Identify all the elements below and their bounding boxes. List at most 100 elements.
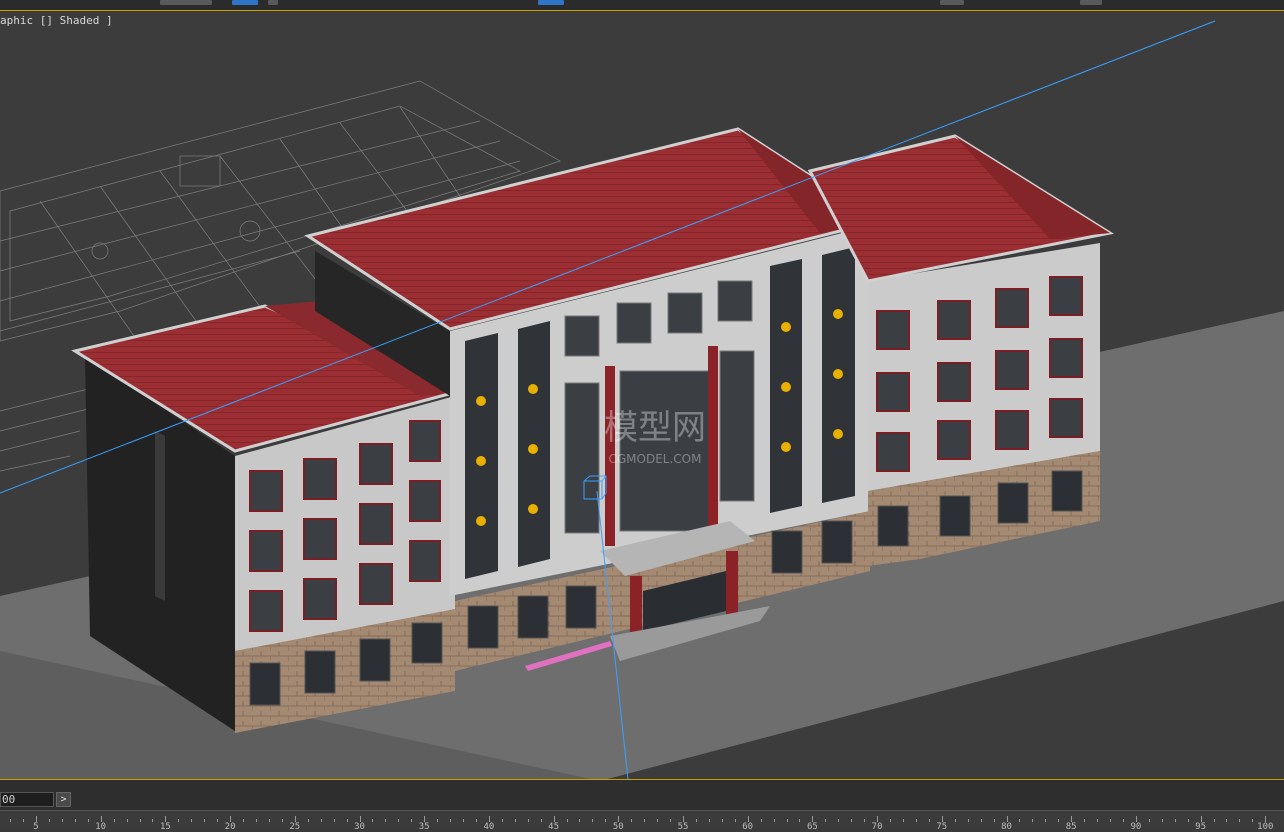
ruler-tick-label: 70 — [871, 822, 883, 832]
ruler-tick — [1148, 819, 1150, 822]
perspective-viewport[interactable]: 模型网 CGMODEL.COM aphic [] Shaded ] — [0, 10, 1284, 780]
ruler-tick — [657, 819, 659, 822]
ruler-tick — [217, 819, 219, 822]
next-frame-button[interactable]: > — [56, 792, 71, 807]
ruler-tick — [708, 819, 710, 822]
ruler-tick-label: 60 — [742, 822, 754, 832]
ruler-tick — [398, 819, 400, 822]
ruler-tick — [463, 819, 465, 822]
ruler-tick — [385, 819, 387, 822]
ruler-tick — [1239, 819, 1241, 822]
timeline-ruler[interactable]: 5 10 15 20 25 30 35 40 45 50 55 60 65 70 75 80 85 90 95 100 — [0, 810, 1284, 832]
ruler-tick — [372, 819, 374, 822]
scene-render: 模型网 CGMODEL.COM — [0, 20, 1284, 779]
ruler-tick-label: 35 — [418, 822, 430, 832]
ruler-tick-label: 25 — [289, 822, 301, 832]
ruler-tick — [514, 819, 516, 822]
ruler-tick — [126, 819, 128, 822]
ruler-tick — [333, 819, 335, 822]
ruler-tick — [23, 819, 25, 822]
ruler-tick — [721, 819, 723, 822]
ruler-tick — [864, 819, 866, 822]
ruler-tick — [268, 819, 270, 822]
ruler-tick — [10, 819, 12, 822]
ruler-tick — [1174, 819, 1176, 822]
viewport-label[interactable]: aphic [] Shaded ] — [0, 14, 113, 27]
toolbar-button[interactable] — [1080, 0, 1102, 5]
frame-counter[interactable]: 00 — [0, 792, 54, 807]
ruler-tick — [1084, 819, 1086, 822]
ruler-tick — [915, 819, 917, 822]
timeline-bar: 00 > 5 10 15 20 25 30 35 40 45 50 55 60 65 70 75 80 85 90… — [0, 780, 1284, 832]
ruler-tick — [967, 819, 969, 822]
ruler-tick — [61, 819, 63, 822]
ruler-tick — [1213, 819, 1215, 822]
ruler-tick — [838, 819, 840, 822]
ruler-tick-label: 15 — [159, 822, 171, 832]
ruler-tick — [501, 819, 503, 822]
ruler-tick — [1187, 819, 1189, 822]
ruler-tick-label: 80 — [1001, 822, 1012, 832]
ruler-tick — [851, 819, 853, 822]
watermark-url: CGMODEL.COM — [609, 452, 702, 466]
ruler-tick — [540, 819, 542, 822]
ruler-tick — [980, 819, 982, 822]
ruler-tick — [799, 819, 801, 822]
ruler-tick — [346, 819, 348, 822]
ruler-tick-label: 65 — [806, 822, 818, 832]
ruler-tick — [139, 819, 141, 822]
ruler-tick — [307, 819, 309, 822]
ruler-tick — [437, 819, 439, 822]
ruler-tick — [825, 819, 827, 822]
toolbar-button[interactable] — [160, 0, 212, 5]
ruler-tick — [243, 819, 245, 822]
ruler-tick — [527, 819, 529, 822]
ruler-tick — [566, 819, 568, 822]
ruler-tick — [1122, 819, 1124, 822]
ruler-tick — [1110, 819, 1112, 822]
ruler-tick-label: 90 — [1130, 822, 1142, 832]
ruler-tick — [1058, 819, 1060, 822]
ruler-tick — [773, 819, 775, 822]
ruler-tick-label: 10 — [95, 822, 107, 832]
ruler-tick — [1161, 819, 1163, 822]
ruler-tick-label: 30 — [354, 822, 365, 832]
ruler-tick — [1252, 819, 1254, 822]
ruler-tick — [734, 819, 736, 822]
ruler-tick-label: 55 — [677, 822, 689, 832]
ruler-tick — [631, 819, 633, 822]
ruler-tick — [450, 819, 452, 822]
ruler-tick — [954, 819, 956, 822]
ruler-tick — [1097, 819, 1099, 822]
ruler-tick — [1045, 819, 1047, 822]
ruler-tick — [890, 819, 892, 822]
ruler-tick-label: 100 — [1257, 822, 1274, 832]
ruler-tick — [152, 819, 154, 822]
ruler-tick — [74, 819, 76, 822]
ruler-tick-label: 85 — [1065, 822, 1077, 832]
ruler-tick — [993, 819, 995, 822]
ruler-tick — [48, 819, 50, 822]
ruler-tick — [204, 819, 206, 822]
ruler-tick-label: 5 — [33, 822, 39, 832]
ruler-tick — [411, 819, 413, 822]
ruler-tick — [902, 819, 904, 822]
ruler-tick — [1019, 819, 1021, 822]
toolbar-button[interactable] — [940, 0, 964, 5]
select-tool-button[interactable] — [232, 0, 258, 5]
ruler-tick-label: 40 — [483, 822, 495, 832]
ruler-tick-label: 95 — [1195, 822, 1207, 832]
ruler-tick — [113, 819, 115, 822]
ruler-tick — [475, 819, 477, 822]
ruler-tick — [281, 819, 283, 822]
ruler-tick — [786, 819, 788, 822]
ruler-tick — [178, 819, 180, 822]
ruler-tick — [670, 819, 672, 822]
ruler-tick — [255, 819, 257, 822]
ruler-tick — [605, 819, 607, 822]
ruler-tick — [928, 819, 930, 822]
toolbar-button[interactable] — [268, 0, 278, 5]
ruler-tick — [87, 819, 89, 822]
snap-toggle-button[interactable] — [538, 0, 564, 5]
ruler-tick-label: 50 — [612, 822, 624, 832]
